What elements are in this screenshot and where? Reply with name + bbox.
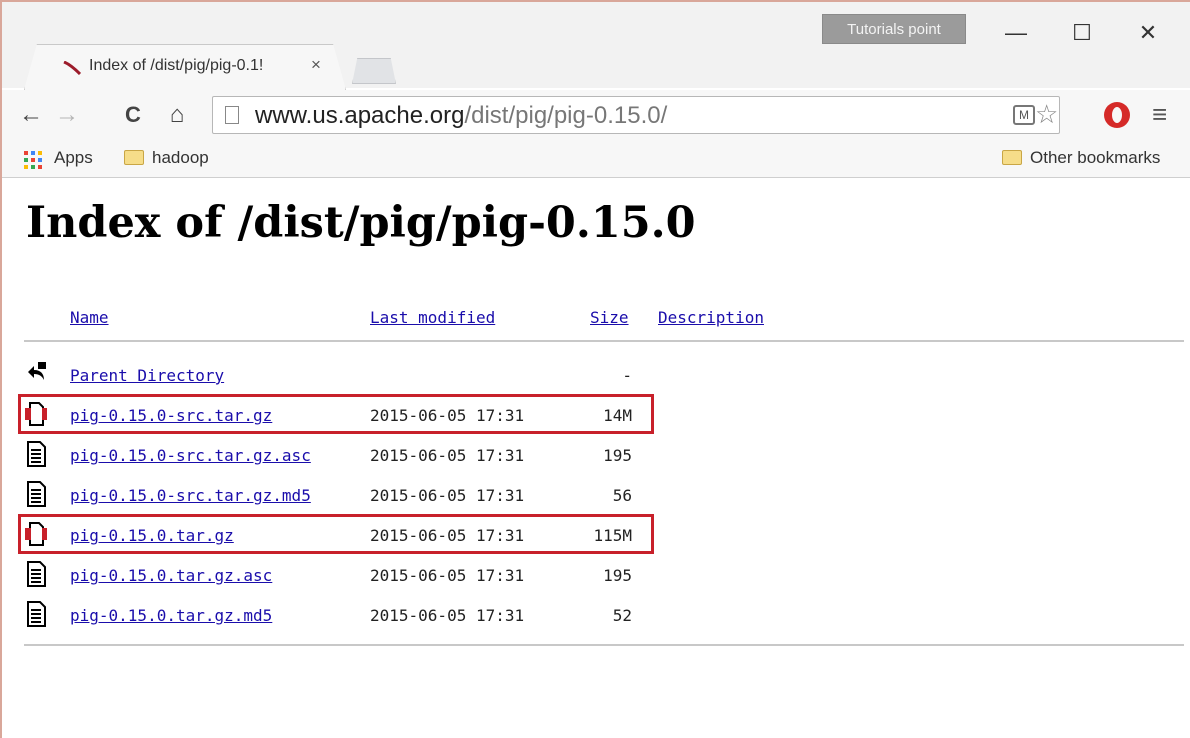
minimize-button[interactable]: — (996, 18, 1036, 48)
table-row: pig-0.15.0-src.tar.gz.asc 2015-06-05 17:3… (2, 438, 702, 478)
file-last-modified: 2015-06-05 17:31 (370, 566, 525, 585)
text-file-icon (27, 481, 46, 507)
bookmark-apps[interactable]: Apps (54, 148, 93, 168)
bookmark-hadoop-label: hadoop (152, 148, 209, 167)
extension-icon[interactable]: M (1013, 105, 1035, 125)
text-file-icon (27, 441, 46, 467)
file-size: 56 (612, 486, 632, 505)
parent-directory-row: Parent Directory - (2, 358, 702, 398)
column-last-modified-link[interactable]: Last modified (370, 308, 495, 327)
star-icon[interactable]: ☆ (1035, 99, 1058, 130)
file-link[interactable]: pig-0.15.0-src.tar.gz.asc (70, 446, 311, 465)
forward-icon[interactable]: → (52, 100, 82, 130)
highlight-box (18, 394, 654, 434)
close-window-button[interactable]: ✕ (1128, 18, 1168, 48)
new-tab-button[interactable] (352, 58, 396, 84)
reload-icon[interactable]: C (118, 100, 148, 130)
menu-icon[interactable]: ≡ (1152, 99, 1167, 130)
url-host: www.us.apache.org (255, 102, 465, 129)
table-row: pig-0.15.0.tar.gz.asc 2015-06-05 17:31 195 (2, 558, 702, 598)
browser-window: Index of /dist/pig/pig-0.1! × Tutorials … (0, 0, 1190, 738)
back-icon[interactable]: ← (16, 100, 46, 130)
text-file-icon (27, 561, 46, 587)
footer-divider (24, 644, 1184, 646)
file-size: 195 (603, 446, 632, 465)
tab-title: Index of /dist/pig/pig-0.1! (89, 57, 264, 74)
profile-badge[interactable]: Tutorials point (822, 14, 966, 44)
bookmark-other-label: Other bookmarks (1030, 148, 1161, 167)
navigation-toolbar: ← → C ⌂ www.us.apache.org/dist/pig/pig-0… (2, 90, 1190, 142)
apps-icon[interactable] (24, 151, 44, 169)
feather-favicon-icon (63, 61, 81, 75)
column-size-link[interactable]: Size (590, 308, 629, 327)
url-path: /dist/pig/pig-0.15.0/ (464, 102, 668, 129)
column-description-link[interactable]: Description (658, 308, 764, 327)
file-link[interactable]: pig-0.15.0.tar.gz.md5 (70, 606, 272, 625)
bookmark-other[interactable]: Other bookmarks (1002, 148, 1160, 168)
tab-close-icon[interactable]: × (311, 55, 321, 75)
table-row: pig-0.15.0-src.tar.gz.md5 2015-06-05 17:3… (2, 478, 702, 518)
file-link[interactable]: pig-0.15.0-src.tar.gz.md5 (70, 486, 311, 505)
home-icon[interactable]: ⌂ (162, 100, 192, 130)
folder-icon (1002, 150, 1022, 165)
parent-directory-link[interactable]: Parent Directory (70, 366, 224, 385)
file-size: 52 (612, 606, 632, 625)
header-divider (24, 340, 1184, 342)
folder-icon (124, 150, 144, 165)
column-name-link[interactable]: Name (70, 308, 109, 327)
text-file-icon (27, 601, 46, 627)
page-icon (225, 106, 239, 124)
file-size: 195 (603, 566, 632, 585)
file-last-modified: 2015-06-05 17:31 (370, 486, 525, 505)
parent-size: - (622, 366, 632, 385)
maximize-button[interactable]: ☐ (1062, 18, 1102, 48)
highlight-box (18, 514, 654, 554)
page-title: Index of /dist/pig/pig-0.15.0 (26, 198, 696, 248)
title-bar: Index of /dist/pig/pig-0.1! × Tutorials … (2, 2, 1190, 90)
file-last-modified: 2015-06-05 17:31 (370, 446, 525, 465)
table-row: pig-0.15.0.tar.gz.md5 2015-06-05 17:31 52 (2, 598, 702, 638)
page-content: Index of /dist/pig/pig-0.15.0 Name Last … (2, 178, 1190, 738)
bookmark-hadoop[interactable]: hadoop (124, 148, 209, 168)
address-bar[interactable]: www.us.apache.org/dist/pig/pig-0.15.0/ M… (212, 96, 1060, 134)
url-text: www.us.apache.org/dist/pig/pig-0.15.0/ (255, 102, 667, 130)
back-arrow-icon (28, 362, 46, 380)
opera-icon[interactable] (1104, 102, 1130, 128)
file-last-modified: 2015-06-05 17:31 (370, 606, 525, 625)
bookmarks-bar: Apps hadoop Other bookmarks (2, 142, 1190, 178)
tab-active[interactable]: Index of /dist/pig/pig-0.1! × (24, 44, 346, 90)
file-link[interactable]: pig-0.15.0.tar.gz.asc (70, 566, 272, 585)
